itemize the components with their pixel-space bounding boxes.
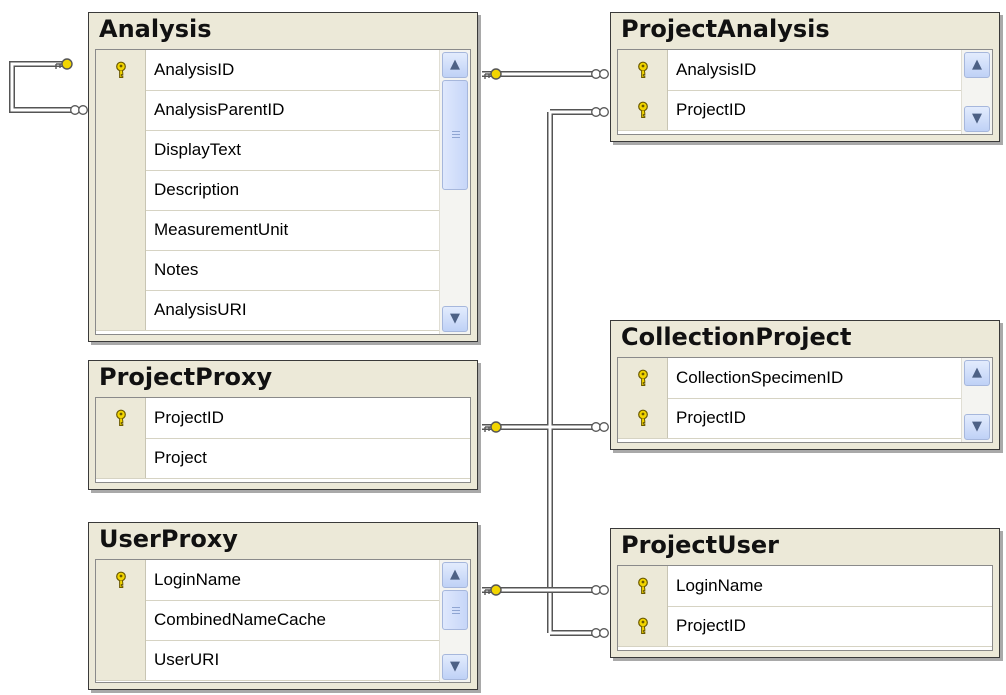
- column-row[interactable]: AnalysisID: [96, 50, 470, 91]
- column-row[interactable]: DisplayText: [96, 130, 470, 171]
- row-selector[interactable]: [618, 50, 668, 90]
- vertical-scrollbar[interactable]: ▲ ▼: [961, 50, 992, 134]
- column-grid: LoginName ProjectID: [617, 565, 993, 651]
- primary-key-icon: [116, 571, 126, 588]
- scroll-thumb[interactable]: [442, 80, 468, 190]
- column-name: Description: [154, 180, 240, 199]
- row-selector[interactable]: [618, 398, 668, 438]
- primary-key-icon: [638, 617, 648, 634]
- primary-key-icon: [638, 101, 648, 118]
- table-userproxy[interactable]: UserProxy LoginName CombinedNameCache Us…: [88, 522, 478, 690]
- table-title: CollectionProject: [621, 323, 852, 351]
- column-name: Notes: [154, 260, 199, 279]
- table-title: ProjectUser: [621, 531, 780, 559]
- column-name: LoginName: [676, 576, 763, 595]
- scroll-up-button[interactable]: ▲: [964, 360, 990, 386]
- scroll-down-button[interactable]: ▼: [964, 414, 990, 440]
- column-row[interactable]: CombinedNameCache: [96, 600, 470, 641]
- table-title: UserProxy: [99, 525, 238, 553]
- column-row[interactable]: ProjectID: [618, 606, 992, 647]
- column-name: ProjectID: [676, 616, 746, 635]
- table-collectionproject[interactable]: CollectionProject CollectionSpecimenID P…: [610, 320, 1000, 450]
- column-name: LoginName: [154, 570, 241, 589]
- primary-key-icon: [638, 61, 648, 78]
- rel-analysis-projectanalysis: [482, 68, 609, 80]
- scroll-up-button[interactable]: ▲: [964, 52, 990, 78]
- table-projectproxy[interactable]: ProjectProxy ProjectID Project: [88, 360, 478, 490]
- row-selector[interactable]: [96, 290, 146, 330]
- column-row[interactable]: Project: [96, 438, 470, 479]
- scroll-down-button[interactable]: ▼: [964, 106, 990, 132]
- column-row[interactable]: Notes: [96, 250, 470, 291]
- column-name: MeasurementUnit: [154, 220, 289, 239]
- table-analysis[interactable]: Analysis AnalysisID AnalysisParentID Dis…: [88, 12, 478, 342]
- row-selector[interactable]: [96, 50, 146, 90]
- primary-key-icon: [638, 409, 648, 426]
- row-selector[interactable]: [618, 358, 668, 398]
- primary-key-icon: [638, 369, 648, 386]
- table-projectanalysis[interactable]: ProjectAnalysis AnalysisID ProjectID ▲ ▼: [610, 12, 1000, 142]
- row-selector[interactable]: [96, 640, 146, 680]
- column-name: CombinedNameCache: [154, 610, 326, 629]
- column-name: AnalysisID: [676, 60, 757, 79]
- table-projectuser[interactable]: ProjectUser LoginName ProjectID: [610, 528, 1000, 658]
- column-name: ProjectID: [154, 408, 224, 427]
- column-name: AnalysisID: [154, 60, 235, 79]
- rel-projectproxy-bus: [482, 107, 609, 638]
- column-grid: ProjectID Project: [95, 397, 471, 483]
- primary-key-icon: [638, 577, 648, 594]
- column-name: CollectionSpecimenID: [676, 368, 844, 387]
- column-row[interactable]: AnalysisURI: [96, 290, 470, 331]
- row-selector[interactable]: [96, 600, 146, 640]
- table-title: Analysis: [99, 15, 212, 43]
- column-row[interactable]: MeasurementUnit: [96, 210, 470, 251]
- row-selector[interactable]: [96, 398, 146, 438]
- scroll-up-button[interactable]: ▲: [442, 52, 468, 78]
- column-name: Project: [154, 448, 207, 467]
- vertical-scrollbar[interactable]: ▲ ▼: [961, 358, 992, 442]
- column-row[interactable]: AnalysisParentID: [96, 90, 470, 131]
- column-grid: AnalysisID ProjectID ▲ ▼: [617, 49, 993, 135]
- column-grid: CollectionSpecimenID ProjectID ▲ ▼: [617, 357, 993, 443]
- table-title: ProjectAnalysis: [621, 15, 830, 43]
- vertical-scrollbar[interactable]: ▲ ▼: [439, 50, 470, 334]
- rel-userproxy-projectuser: [482, 584, 609, 596]
- row-selector[interactable]: [618, 606, 668, 646]
- rel-analysis-self: [9, 58, 88, 115]
- column-name: AnalysisURI: [154, 300, 247, 319]
- row-selector[interactable]: [618, 90, 668, 130]
- row-selector[interactable]: [96, 170, 146, 210]
- row-selector[interactable]: [96, 210, 146, 250]
- row-selector[interactable]: [96, 90, 146, 130]
- scroll-down-button[interactable]: ▼: [442, 654, 468, 680]
- column-row[interactable]: UserURI: [96, 640, 470, 681]
- column-name: ProjectID: [676, 408, 746, 427]
- row-selector[interactable]: [618, 566, 668, 606]
- column-row[interactable]: ProjectID: [618, 398, 992, 439]
- scroll-thumb[interactable]: [442, 590, 468, 630]
- column-grid: AnalysisID AnalysisParentID DisplayText …: [95, 49, 471, 335]
- column-row[interactable]: ProjectID: [618, 90, 992, 131]
- column-row[interactable]: ProjectID: [96, 398, 470, 439]
- row-selector[interactable]: [96, 250, 146, 290]
- column-row[interactable]: AnalysisID: [618, 50, 992, 91]
- row-selector[interactable]: [96, 560, 146, 600]
- table-title: ProjectProxy: [99, 363, 273, 391]
- column-row[interactable]: CollectionSpecimenID: [618, 358, 992, 399]
- row-selector[interactable]: [96, 130, 146, 170]
- column-row[interactable]: LoginName: [96, 560, 470, 601]
- column-row[interactable]: LoginName: [618, 566, 992, 607]
- row-selector[interactable]: [96, 438, 146, 478]
- column-name: ProjectID: [676, 100, 746, 119]
- column-name: UserURI: [154, 650, 220, 669]
- column-name: DisplayText: [154, 140, 241, 159]
- scroll-down-button[interactable]: ▼: [442, 306, 468, 332]
- vertical-scrollbar[interactable]: ▲ ▼: [439, 560, 470, 682]
- column-grid: LoginName CombinedNameCache UserURI ▲ ▼: [95, 559, 471, 683]
- scroll-up-button[interactable]: ▲: [442, 562, 468, 588]
- primary-key-icon: [116, 409, 126, 426]
- primary-key-icon: [116, 61, 126, 78]
- column-name: AnalysisParentID: [154, 100, 285, 119]
- column-row[interactable]: Description: [96, 170, 470, 211]
